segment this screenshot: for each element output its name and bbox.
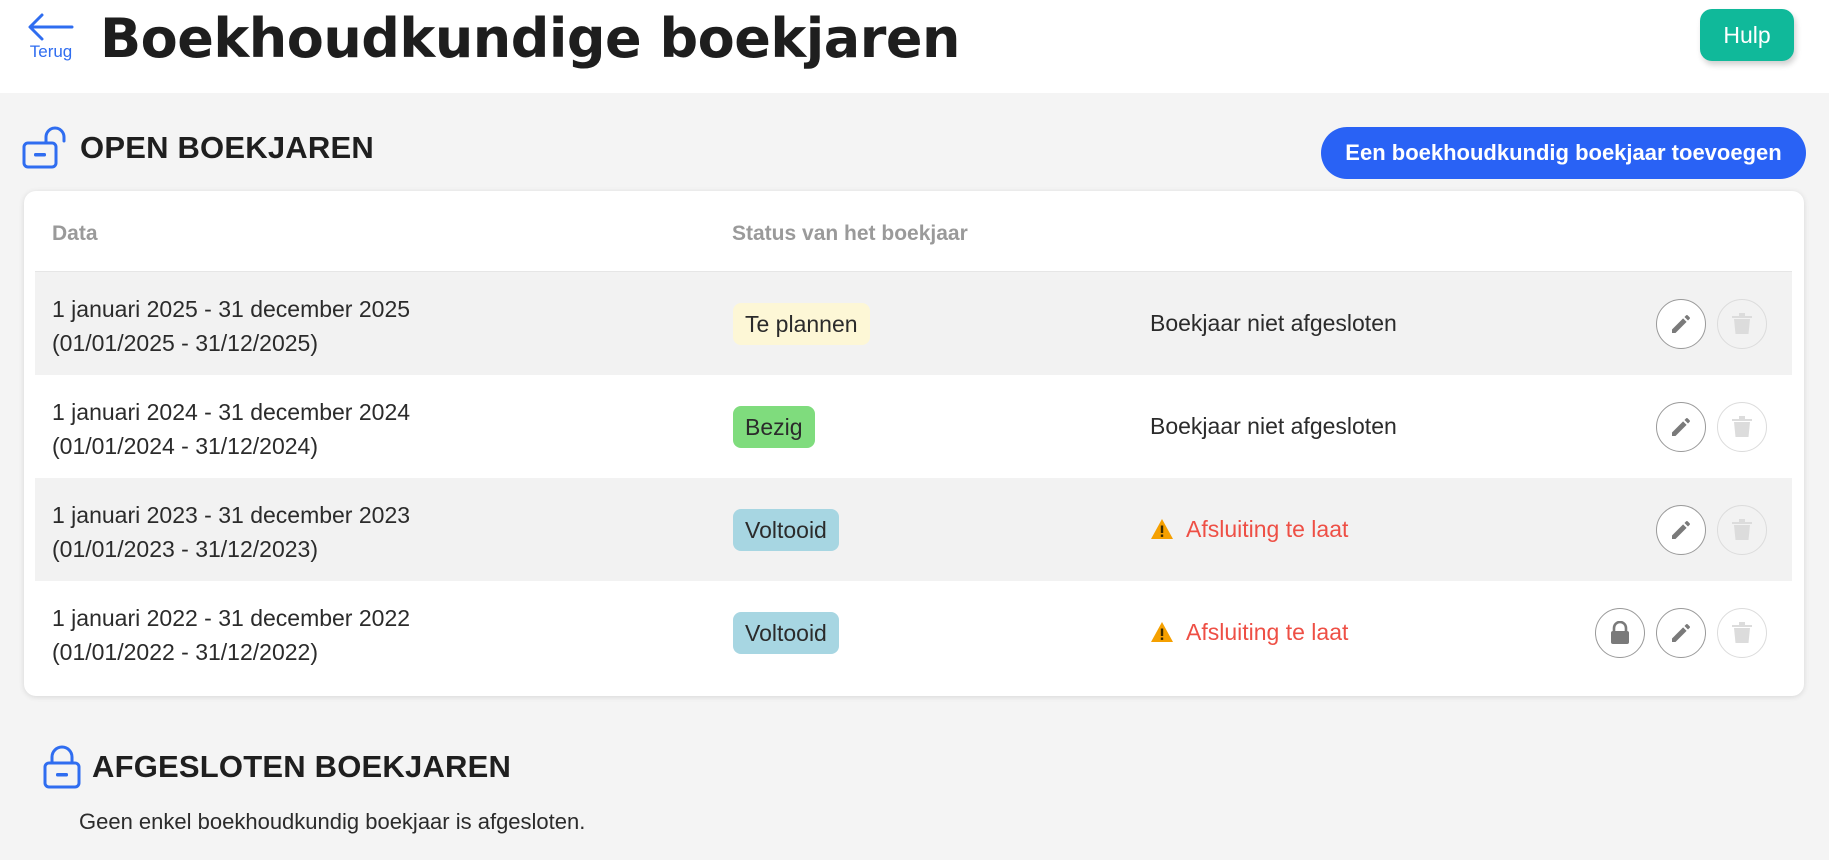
closing-state: Boekjaar niet afgesloten bbox=[1150, 409, 1397, 443]
warning-icon bbox=[1151, 519, 1173, 539]
closing-text: Boekjaar niet afgesloten bbox=[1150, 413, 1397, 439]
warning-icon bbox=[1151, 622, 1173, 642]
edit-button[interactable] bbox=[1656, 505, 1706, 555]
closing-text: Afsluiting te laat bbox=[1186, 516, 1349, 542]
row-dates: 1 januari 2025 - 31 december 2025 (01/01… bbox=[52, 292, 410, 360]
row-period-short: (01/01/2025 - 31/12/2025) bbox=[52, 330, 318, 356]
closed-years-header: AFGESLOTEN BOEKJAREN bbox=[42, 745, 511, 789]
help-button[interactable]: Hulp bbox=[1700, 9, 1794, 61]
lock-icon bbox=[43, 745, 81, 789]
edit-button[interactable] bbox=[1656, 299, 1706, 349]
status-badge: Voltooid bbox=[733, 509, 839, 551]
delete-button[interactable] bbox=[1717, 608, 1767, 658]
closing-text: Afsluiting te laat bbox=[1186, 619, 1349, 645]
empty-message: Geen enkel boekhoudkundig boekjaar is af… bbox=[79, 809, 586, 834]
row-dates: 1 januari 2024 - 31 december 2024 (01/01… bbox=[52, 395, 410, 463]
trash-icon bbox=[1732, 313, 1752, 334]
page-title: Boekhoudkundige boekjaren bbox=[100, 7, 960, 70]
closing-state: Boekjaar niet afgesloten bbox=[1150, 306, 1397, 340]
row-period-short: (01/01/2022 - 31/12/2022) bbox=[52, 639, 318, 665]
trash-icon bbox=[1732, 416, 1752, 437]
status-badge: Bezig bbox=[733, 406, 815, 448]
top-bar: Terug Boekhoudkundige boekjaren Hulp bbox=[0, 0, 1829, 93]
row-period: 1 januari 2025 - 31 december 2025 bbox=[52, 296, 411, 322]
delete-button[interactable] bbox=[1717, 299, 1767, 349]
closed-years-title: AFGESLOTEN BOEKJAREN bbox=[92, 749, 512, 784]
row-dates: 1 januari 2022 - 31 december 2022 (01/01… bbox=[52, 601, 410, 669]
delete-button[interactable] bbox=[1717, 402, 1767, 452]
open-years-header: OPEN BOEKJAREN bbox=[22, 126, 374, 170]
edit-button[interactable] bbox=[1656, 402, 1706, 452]
edit-button[interactable] bbox=[1656, 608, 1706, 658]
column-header-status: Status van het boekjaar bbox=[732, 222, 968, 245]
table-row: 1 januari 2022 - 31 december 2022 (01/01… bbox=[35, 581, 1792, 684]
closing-state: Afsluiting te laat bbox=[1150, 615, 1348, 649]
lock-icon bbox=[1611, 621, 1629, 644]
closing-text: Boekjaar niet afgesloten bbox=[1150, 310, 1397, 336]
status-badge: Voltooid bbox=[733, 612, 839, 654]
pencil-icon bbox=[1672, 624, 1690, 642]
row-period-short: (01/01/2024 - 31/12/2024) bbox=[52, 433, 318, 459]
trash-icon bbox=[1732, 519, 1752, 540]
table-row: 1 januari 2025 - 31 december 2025 (01/01… bbox=[35, 272, 1792, 375]
closing-state: Afsluiting te laat bbox=[1150, 512, 1348, 546]
close-year-button[interactable] bbox=[1595, 608, 1645, 658]
open-years-title: OPEN BOEKJAREN bbox=[80, 130, 374, 165]
back-button[interactable]: Terug bbox=[24, 12, 78, 72]
table-row: 1 januari 2024 - 31 december 2024 (01/01… bbox=[35, 375, 1792, 478]
back-arrow-icon bbox=[28, 13, 74, 41]
row-period: 1 januari 2023 - 31 december 2023 bbox=[52, 502, 411, 528]
pencil-icon bbox=[1672, 315, 1690, 333]
pencil-icon bbox=[1672, 418, 1690, 436]
row-dates: 1 januari 2023 - 31 december 2023 (01/01… bbox=[52, 498, 410, 566]
back-label: Terug bbox=[29, 42, 73, 61]
pencil-icon bbox=[1672, 521, 1690, 539]
column-header-date: Data bbox=[52, 222, 98, 245]
status-badge: Te plannen bbox=[733, 303, 870, 345]
row-period-short: (01/01/2023 - 31/12/2023) bbox=[52, 536, 318, 562]
trash-icon bbox=[1732, 622, 1752, 643]
add-fiscal-year-button[interactable]: Een boekhoudkundig boekjaar toevoegen bbox=[1321, 127, 1806, 179]
unlock-icon bbox=[22, 126, 66, 169]
table-row: 1 januari 2023 - 31 december 2023 (01/01… bbox=[35, 478, 1792, 581]
row-period: 1 januari 2022 - 31 december 2022 bbox=[52, 605, 411, 631]
row-period: 1 januari 2024 - 31 december 2024 bbox=[52, 399, 411, 425]
delete-button[interactable] bbox=[1717, 505, 1767, 555]
